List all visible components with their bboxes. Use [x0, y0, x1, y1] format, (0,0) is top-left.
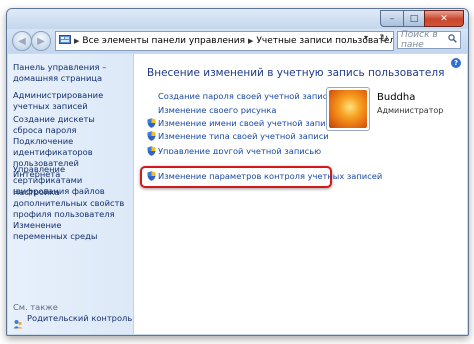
- search-input[interactable]: Поиск в пане: [397, 30, 461, 50]
- uac-shield-icon: [147, 171, 156, 181]
- breadcrumb-item[interactable]: Все элементы панели управления: [79, 36, 248, 46]
- maximize-button[interactable]: □: [403, 10, 425, 27]
- address-bar[interactable]: ▶ Все элементы панели управления ▶ Учетн…: [55, 31, 394, 51]
- avatar: [326, 87, 370, 131]
- link-change-account-type[interactable]: Изменение типа своей учетной записи: [158, 131, 329, 141]
- user-name: Buddha: [377, 92, 416, 103]
- highlighted-uac-link-frame: Изменение параметров контроля учетных за…: [140, 166, 382, 188]
- title-bar: – □ ✕: [7, 9, 468, 29]
- forward-arrow-icon: ▶: [37, 35, 45, 47]
- link-change-uac-settings[interactable]: Изменение параметров контроля учетных за…: [158, 171, 382, 181]
- address-dropdown-icon[interactable]: ▾: [364, 33, 368, 42]
- sidebar-item-parental-control[interactable]: Родительский контроль: [27, 313, 132, 324]
- control-panel-icon: [56, 34, 74, 48]
- back-arrow-icon: ◀: [18, 35, 26, 47]
- sidebar: Панель управления – домашняя страница Ад…: [8, 54, 134, 334]
- back-button[interactable]: ◀: [12, 31, 32, 51]
- breadcrumb-item[interactable]: Учетные записи пользователей: [253, 36, 393, 46]
- parental-control-icon: [13, 314, 23, 333]
- control-panel-window: – □ ✕ ◀ ▶ ▶ Все элементы панели управлен…: [6, 8, 469, 336]
- sidebar-item-home[interactable]: Панель управления – домашняя страница: [13, 62, 123, 84]
- help-icon[interactable]: ?: [451, 58, 461, 68]
- sidebar-item-env-vars[interactable]: Изменение переменных среды: [13, 220, 103, 242]
- search-icon[interactable]: [448, 34, 457, 46]
- sidebar-item-reset-disk[interactable]: Создание дискеты сброса пароля: [13, 114, 113, 136]
- user-picture: [329, 90, 367, 128]
- page-title: Внесение изменений в учетную запись поль…: [147, 67, 445, 79]
- uac-shield-icon: [147, 118, 156, 128]
- user-role: Администратор: [377, 106, 444, 115]
- see-also-label: См. также: [13, 302, 58, 312]
- forward-button[interactable]: ▶: [31, 31, 51, 51]
- navigation-bar: ◀ ▶ ▶ Все элементы панели управления ▶ У…: [7, 29, 468, 53]
- refresh-icon[interactable]: ↻: [377, 32, 391, 47]
- window-controls: – □ ✕: [380, 10, 464, 27]
- link-create-password[interactable]: Создание пароля своей учетной записи: [158, 91, 333, 101]
- user-account-tile: Buddha Администратор: [322, 84, 460, 136]
- sidebar-item-profile-properties[interactable]: Настройка дополнительных свойств профиля…: [13, 187, 125, 220]
- main-content: ? Внесение изменений в учетную запись по…: [134, 54, 467, 334]
- sidebar-item-admin-accounts[interactable]: Администрирование учетных записей: [13, 90, 123, 112]
- uac-shield-icon: [147, 131, 156, 141]
- search-placeholder: Поиск в пане: [401, 30, 438, 50]
- uac-shield-icon: [147, 146, 156, 156]
- close-button[interactable]: ✕: [424, 10, 464, 27]
- minimize-button[interactable]: –: [380, 10, 404, 27]
- link-change-picture[interactable]: Изменение своего рисунка: [158, 105, 276, 115]
- link-change-name[interactable]: Изменение имени своей учетной записи: [158, 118, 336, 128]
- link-manage-other-account[interactable]: Управление другой учетной записью: [158, 146, 321, 154]
